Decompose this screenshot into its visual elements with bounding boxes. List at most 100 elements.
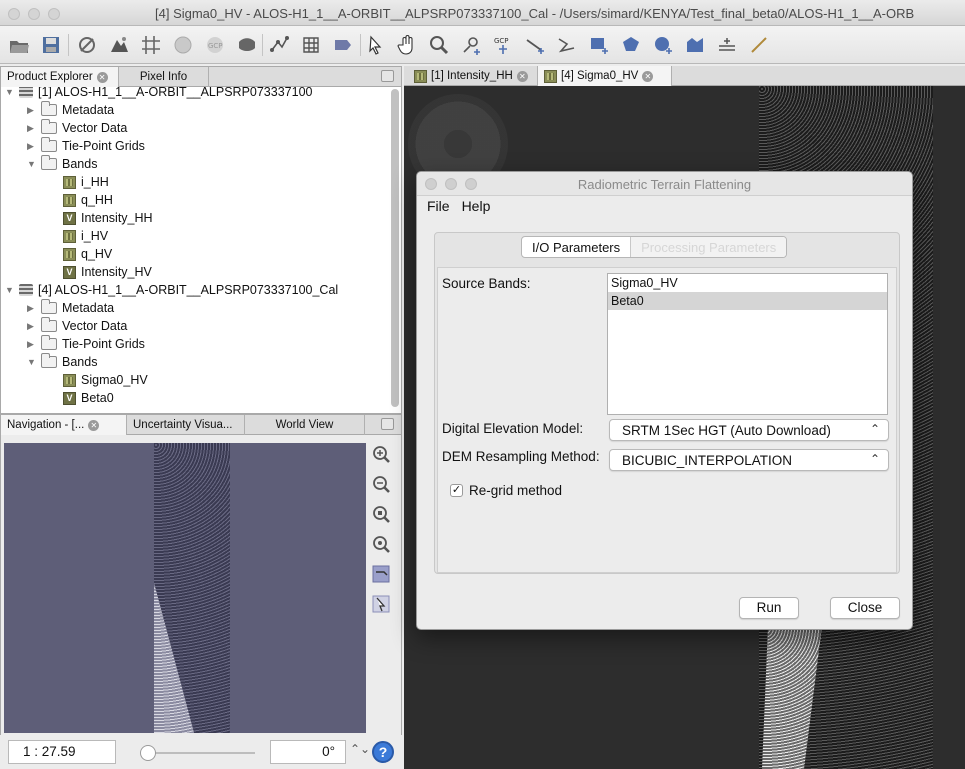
run-button[interactable]: Run <box>739 597 799 619</box>
chevron-right-icon[interactable]: ▶ <box>27 123 36 134</box>
tree-node[interactable]: ▶ Metadata <box>27 299 114 317</box>
tab-intensity-hh[interactable]: [1] Intensity_HH ✕ <box>408 66 538 86</box>
menu-help[interactable]: Help <box>462 198 491 214</box>
sync-cursor-icon[interactable] <box>370 593 392 615</box>
tab-uncertainty-visualisation[interactable]: Uncertainty Visua... <box>127 415 245 435</box>
tree-node[interactable]: ▼ Bands <box>27 353 97 371</box>
rotation-field[interactable]: 0° <box>270 740 346 764</box>
tab-sigma0-hv[interactable]: [4] Sigma0_HV ✕ <box>538 66 672 86</box>
close-icon[interactable]: ✕ <box>642 70 654 82</box>
tree-node[interactable]: ▶ Vector Data <box>27 317 127 335</box>
product-tree-scrollbar[interactable] <box>391 89 399 407</box>
rotation-stepper-icon[interactable]: ⌃⌄ <box>350 742 370 756</box>
chevron-down-icon[interactable]: ▼ <box>27 357 36 367</box>
chevron-right-icon[interactable]: ▶ <box>27 105 36 116</box>
sync-views-icon[interactable] <box>370 563 392 585</box>
save-product-icon[interactable] <box>38 33 64 57</box>
select-tool-icon[interactable] <box>362 33 388 57</box>
tree-node[interactable]: i_HV <box>49 227 108 245</box>
mask-icon[interactable] <box>234 33 260 57</box>
close-icon[interactable]: ✕ <box>88 419 100 431</box>
close-icon[interactable]: ✕ <box>516 70 528 82</box>
list-item[interactable]: Sigma0_HV <box>608 274 887 292</box>
close-icon[interactable]: ✕ <box>96 71 108 83</box>
line-draw-icon[interactable] <box>522 33 548 57</box>
chevron-updown-icon: ⌃ <box>869 452 880 466</box>
scale-field[interactable]: 1 : 27.59 <box>8 740 116 764</box>
minimize-panel-icon[interactable] <box>381 70 394 82</box>
dem-select[interactable]: SRTM 1Sec HGT (Auto Download) ⌃ <box>609 419 889 441</box>
measure-icon[interactable] <box>746 33 772 57</box>
gcp-layer-icon[interactable]: GCP <box>202 33 228 57</box>
chevron-right-icon[interactable]: ▶ <box>27 339 36 350</box>
tree-node-label: [1] ALOS-H1_1__A-ORBIT__ALPSRP073337100 <box>38 87 313 99</box>
chevron-right-icon[interactable]: ▶ <box>27 321 36 332</box>
regrid-checkbox-row[interactable]: ✓ Re-grid method <box>450 483 562 498</box>
gcp-tool-icon[interactable]: GCP <box>490 33 516 57</box>
chevron-down-icon[interactable]: ▼ <box>5 285 14 295</box>
list-item[interactable]: Beta0 <box>608 292 887 310</box>
pin-manager-icon[interactable] <box>330 33 356 57</box>
scale-slider-track[interactable] <box>145 752 255 754</box>
tree-node[interactable]: q_HH <box>49 191 113 209</box>
zoom-out-icon[interactable] <box>370 473 392 495</box>
navigation-overview-canvas[interactable] <box>4 443 366 733</box>
tree-node[interactable]: ▼ [4] ALOS-H1_1__A-ORBIT__ALPSRP073337100… <box>5 281 338 299</box>
polyline-draw-icon[interactable] <box>554 33 580 57</box>
pin-tool-icon[interactable] <box>458 33 484 57</box>
tree-node[interactable]: ▶ Tie-Point Grids <box>27 137 145 155</box>
zoom-window-button[interactable] <box>48 8 60 20</box>
rectangle-draw-icon[interactable] <box>586 33 612 57</box>
zoom-all-icon[interactable] <box>370 533 392 555</box>
minimize-window-button[interactable] <box>28 8 40 20</box>
close-window-button[interactable] <box>8 8 20 20</box>
chevron-right-icon[interactable]: ▶ <box>27 303 36 314</box>
help-icon[interactable]: ? <box>372 741 394 763</box>
tree-node[interactable]: q_HV <box>49 245 112 263</box>
tree-node[interactable]: ▶ Tie-Point Grids <box>27 335 145 353</box>
toolbar-separator <box>68 34 69 56</box>
ellipse-draw-icon[interactable] <box>650 33 676 57</box>
insert-figure-icon[interactable] <box>682 33 708 57</box>
tab-pixel-info[interactable]: Pixel Info <box>119 67 209 87</box>
tab-navigation[interactable]: Navigation - [... ✕ <box>1 415 127 435</box>
scale-slider-thumb[interactable] <box>140 745 156 761</box>
tab-label: World View <box>275 419 334 431</box>
polygon-draw-icon[interactable] <box>618 33 644 57</box>
magic-wand-icon[interactable] <box>714 33 740 57</box>
pan-tool-icon[interactable] <box>394 33 420 57</box>
tree-node[interactable]: V Intensity_HV <box>49 263 152 281</box>
tree-node[interactable]: V Intensity_HH <box>49 209 153 227</box>
tab-world-view[interactable]: World View <box>245 415 365 435</box>
chevron-right-icon[interactable]: ▶ <box>27 141 36 152</box>
zoom-pixel-icon[interactable] <box>370 503 392 525</box>
world-map-icon[interactable] <box>170 33 196 57</box>
close-button[interactable]: Close <box>830 597 900 619</box>
range-finder-icon[interactable] <box>106 33 132 57</box>
tree-node[interactable]: ▶ Vector Data <box>27 119 127 137</box>
regrid-checkbox[interactable]: ✓ <box>450 484 463 497</box>
chevron-down-icon[interactable]: ▼ <box>27 159 36 169</box>
tab-processing-parameters[interactable]: Processing Parameters <box>630 237 787 257</box>
graticule-icon[interactable] <box>138 33 164 57</box>
tree-node[interactable]: V Beta0 <box>49 389 114 407</box>
pin-grid-icon[interactable] <box>298 33 324 57</box>
tab-io-parameters[interactable]: I/O Parameters <box>522 237 630 257</box>
tree-node[interactable]: ▼ Bands <box>27 155 97 173</box>
minimize-panel-icon[interactable] <box>381 418 394 430</box>
zoom-in-icon[interactable] <box>370 443 392 465</box>
tree-node[interactable]: ▶ Metadata <box>27 101 114 119</box>
menu-file[interactable]: File <box>427 198 450 214</box>
tab-product-explorer[interactable]: Product Explorer ✕ <box>1 67 119 87</box>
tree-node[interactable]: i_HH <box>49 173 109 191</box>
tree-node[interactable]: ▼ [1] ALOS-H1_1__A-ORBIT__ALPSRP073337100 <box>5 87 312 101</box>
vector-graph-icon[interactable] <box>266 33 292 57</box>
no-data-overlay-icon[interactable] <box>74 33 100 57</box>
chevron-down-icon[interactable]: ▼ <box>5 87 14 97</box>
open-product-icon[interactable] <box>6 33 32 57</box>
zoom-tool-icon[interactable] <box>426 33 452 57</box>
tree-node[interactable]: Sigma0_HV <box>49 371 148 389</box>
tree-node-label: Vector Data <box>62 121 128 135</box>
source-bands-list[interactable]: Sigma0_HV Beta0 <box>607 273 888 415</box>
resampling-select[interactable]: BICUBIC_INTERPOLATION ⌃ <box>609 449 889 471</box>
